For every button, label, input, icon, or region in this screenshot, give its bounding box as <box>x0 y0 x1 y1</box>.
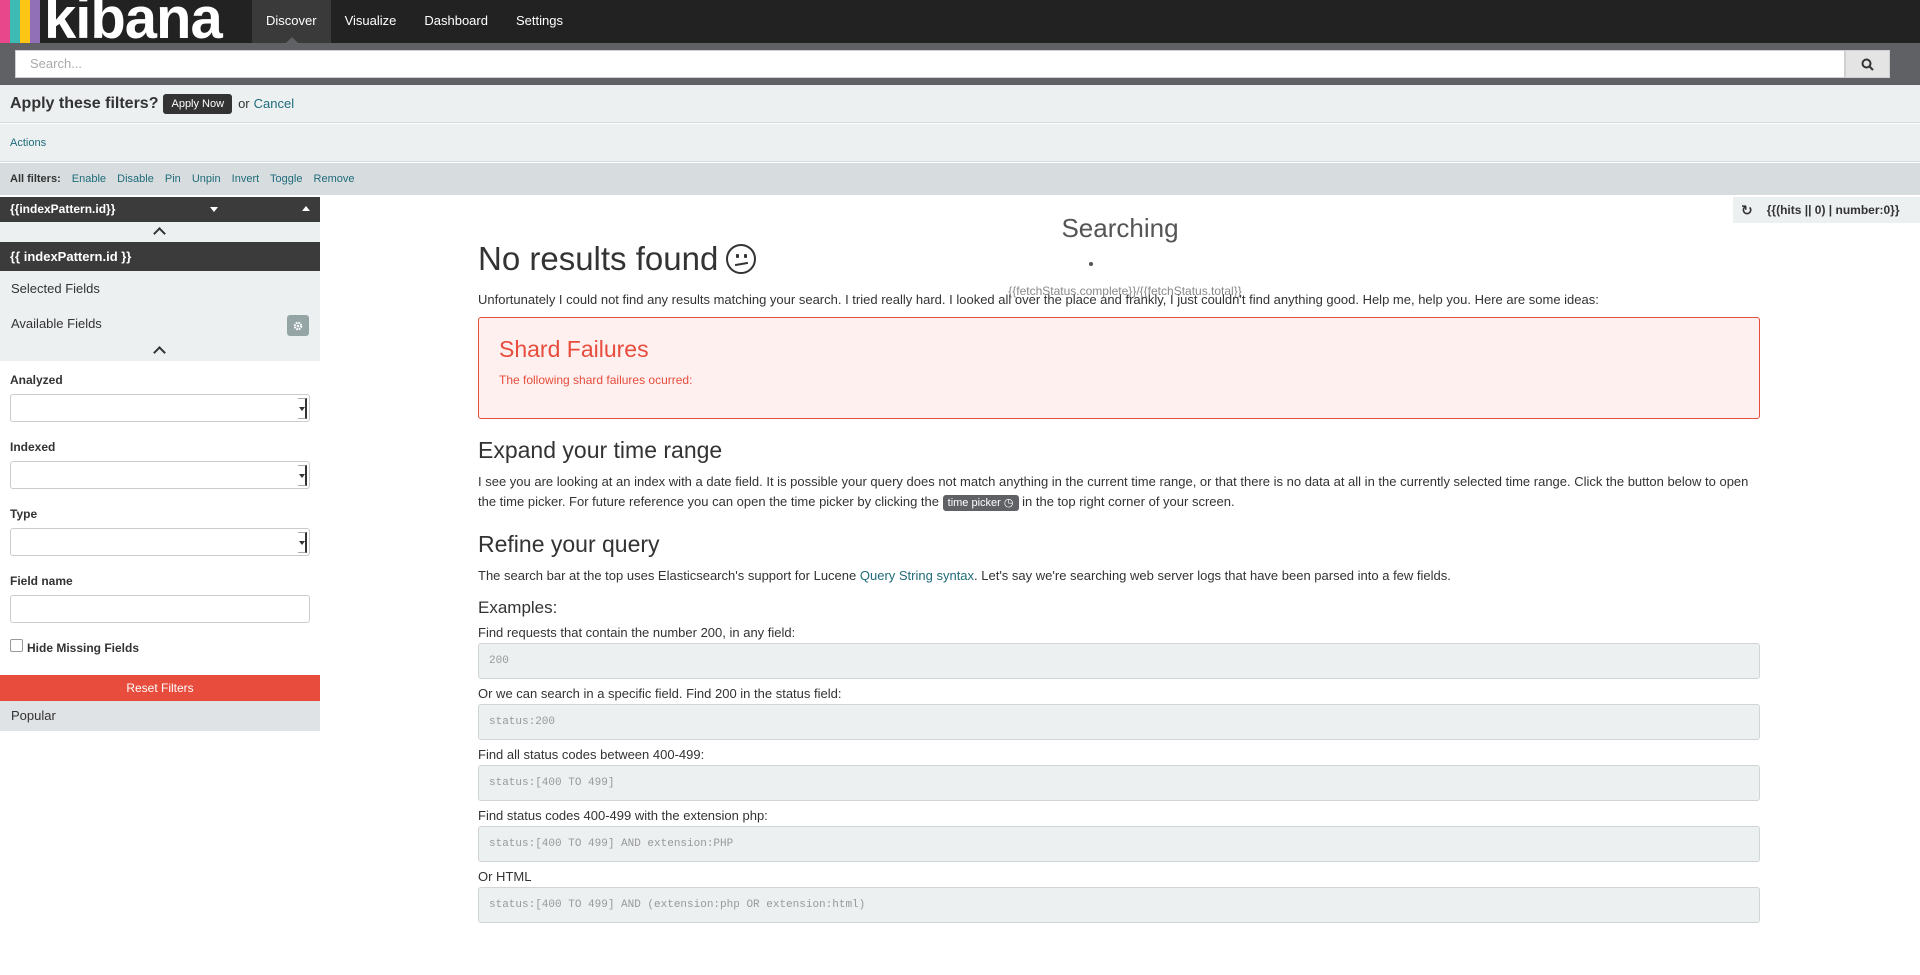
all-filters-label: All filters: <box>10 173 61 185</box>
chevron-down-icon <box>298 465 307 486</box>
example-code: status:[400 TO 499] <box>478 765 1760 801</box>
indexed-select[interactable] <box>10 461 310 489</box>
query-string-syntax-link[interactable]: Query String syntax <box>860 568 974 583</box>
logo-stripe <box>10 0 20 43</box>
refine-text-before: The search bar at the top uses Elasticse… <box>478 568 857 583</box>
indexed-label: Indexed <box>10 440 56 454</box>
example-code: 200 <box>478 643 1760 679</box>
index-pattern-select[interactable]: {{indexPattern.id}} <box>0 197 320 222</box>
shard-failures-title: Shard Failures <box>499 336 649 362</box>
nav-settings[interactable]: Settings <box>502 0 577 43</box>
gear-icon <box>293 321 303 330</box>
search-icon <box>1861 58 1874 71</box>
example-label: Find requests that contain the number 20… <box>478 625 796 640</box>
analyzed-label: Analyzed <box>10 373 63 387</box>
example-label: Or we can search in a specific field. Fi… <box>478 686 842 701</box>
hits-count: {{(hits || 0) | number:0}} <box>1766 203 1900 217</box>
nav-visualize[interactable]: Visualize <box>331 0 411 43</box>
filter-remove-link[interactable]: Remove <box>314 173 355 185</box>
popular-fields-header: Popular <box>0 701 320 731</box>
refine-query-heading: Refine your query <box>478 531 660 557</box>
no-results-title: No results found <box>478 240 719 277</box>
apply-now-button[interactable]: Apply Now <box>163 93 233 114</box>
no-results-panel: No results found Unfortunately I could n… <box>478 240 1760 923</box>
logo-stripe <box>20 0 30 43</box>
all-filters-bar: All filters: Enable Disable Pin Unpin In… <box>0 163 1920 195</box>
hide-missing-fields[interactable]: Hide Missing Fields <box>10 638 310 655</box>
filter-toggle-link[interactable]: Toggle <box>270 173 302 185</box>
reset-filters-button[interactable]: Reset Filters <box>0 675 320 701</box>
example-label: Or HTML <box>478 869 532 884</box>
expand-time-range-text: I see you are looking at an index with a… <box>478 472 1760 513</box>
index-pattern-select-label: {{indexPattern.id}} <box>10 202 116 216</box>
or-text: or <box>238 96 250 111</box>
search-input[interactable]: Search... <box>15 50 1845 78</box>
time-picker-label: time picker <box>947 497 1001 509</box>
caret-down-icon[interactable] <box>210 207 218 212</box>
time-picker-button[interactable]: time picker ◷ <box>942 495 1019 511</box>
example-label: Find all status codes between 400-499: <box>478 747 705 762</box>
face-eye <box>744 254 748 258</box>
face-mouth <box>735 261 749 267</box>
kibana-logo[interactable]: kibana <box>0 0 235 43</box>
field-name-label: Field name <box>10 574 73 588</box>
top-navbar: kibana Discover Visualize Dashboard Sett… <box>0 0 1920 43</box>
selected-fields-header: Selected Fields <box>0 271 320 306</box>
search-bar: Search... <box>0 43 1920 85</box>
example-code: status:[400 TO 499] AND extension:PHP <box>478 826 1760 862</box>
chevron-up-icon <box>153 227 166 240</box>
main-nav: Discover Visualize Dashboard Settings <box>252 0 577 43</box>
chevron-up-icon <box>153 346 166 359</box>
hide-missing-label: Hide Missing Fields <box>27 641 140 655</box>
refine-query-text: The search bar at the top uses Elasticse… <box>478 566 1760 586</box>
search-button[interactable] <box>1845 50 1890 78</box>
expand-time-range-heading: Expand your time range <box>478 437 723 463</box>
filter-unpin-link[interactable]: Unpin <box>192 173 221 185</box>
available-fields-label: Available Fields <box>11 316 102 331</box>
chevron-down-icon <box>298 398 307 419</box>
field-filter-form: Analyzed Indexed Type Field name Hide Mi… <box>0 373 320 655</box>
no-results-heading: No results found <box>478 240 1760 278</box>
no-results-intro: Unfortunately I could not find any resul… <box>478 292 1599 307</box>
clock-icon: ◷ <box>1003 497 1014 509</box>
fields-sidebar: {{indexPattern.id}} {{ indexPattern.id }… <box>0 197 320 975</box>
apply-filters-bar: Apply these filters? Apply Now or Cancel <box>0 85 1920 123</box>
hits-counter: ↻ {{(hits || 0) | number:0}} <box>1733 197 1920 223</box>
reload-icon[interactable]: ↻ <box>1741 202 1753 219</box>
filter-invert-link[interactable]: Invert <box>232 173 260 185</box>
hide-missing-checkbox[interactable] <box>10 638 23 652</box>
example-label: Find status codes 400-499 with the exten… <box>478 808 768 823</box>
field-settings-button[interactable] <box>287 315 309 336</box>
logo-stripe <box>0 0 10 43</box>
meh-face-icon <box>726 244 757 274</box>
collapse-toggle[interactable] <box>0 222 320 242</box>
available-fields-header: Available Fields <box>0 306 320 341</box>
filter-pin-link[interactable]: Pin <box>165 173 181 185</box>
actions-link[interactable]: Actions <box>10 137 46 149</box>
caret-up-icon[interactable] <box>302 206 310 211</box>
chevron-down-icon <box>298 532 307 553</box>
shard-failures-alert: Shard Failures The following shard failu… <box>478 317 1760 419</box>
type-label: Type <box>10 507 38 521</box>
apply-filters-question: Apply these filters? <box>10 94 159 112</box>
field-name-input[interactable] <box>10 595 310 623</box>
examples-heading: Examples: <box>478 598 558 617</box>
cancel-link[interactable]: Cancel <box>254 96 294 111</box>
shard-failures-text: The following shard failures ocurred: <box>499 373 693 387</box>
type-select[interactable] <box>10 528 310 556</box>
logo-stripe <box>30 0 40 43</box>
analyzed-select[interactable] <box>10 394 310 422</box>
nav-dashboard[interactable]: Dashboard <box>410 0 502 43</box>
index-pattern-title: {{ indexPattern.id }} <box>0 242 320 271</box>
example-code: status:200 <box>478 704 1760 740</box>
filter-collapse-toggle[interactable] <box>0 341 320 361</box>
filter-disable-link[interactable]: Disable <box>117 173 154 185</box>
example-code: status:[400 TO 499] AND (extension:php O… <box>478 887 1760 923</box>
face-eye <box>736 254 740 258</box>
logo-wordmark: kibana <box>44 0 223 43</box>
actions-bar: Actions <box>0 124 1920 162</box>
filter-enable-link[interactable]: Enable <box>72 173 106 185</box>
refine-text-after: . Let's say we're searching web server l… <box>974 568 1451 583</box>
expand-text-after: in the top right corner of your screen. <box>1022 494 1235 509</box>
